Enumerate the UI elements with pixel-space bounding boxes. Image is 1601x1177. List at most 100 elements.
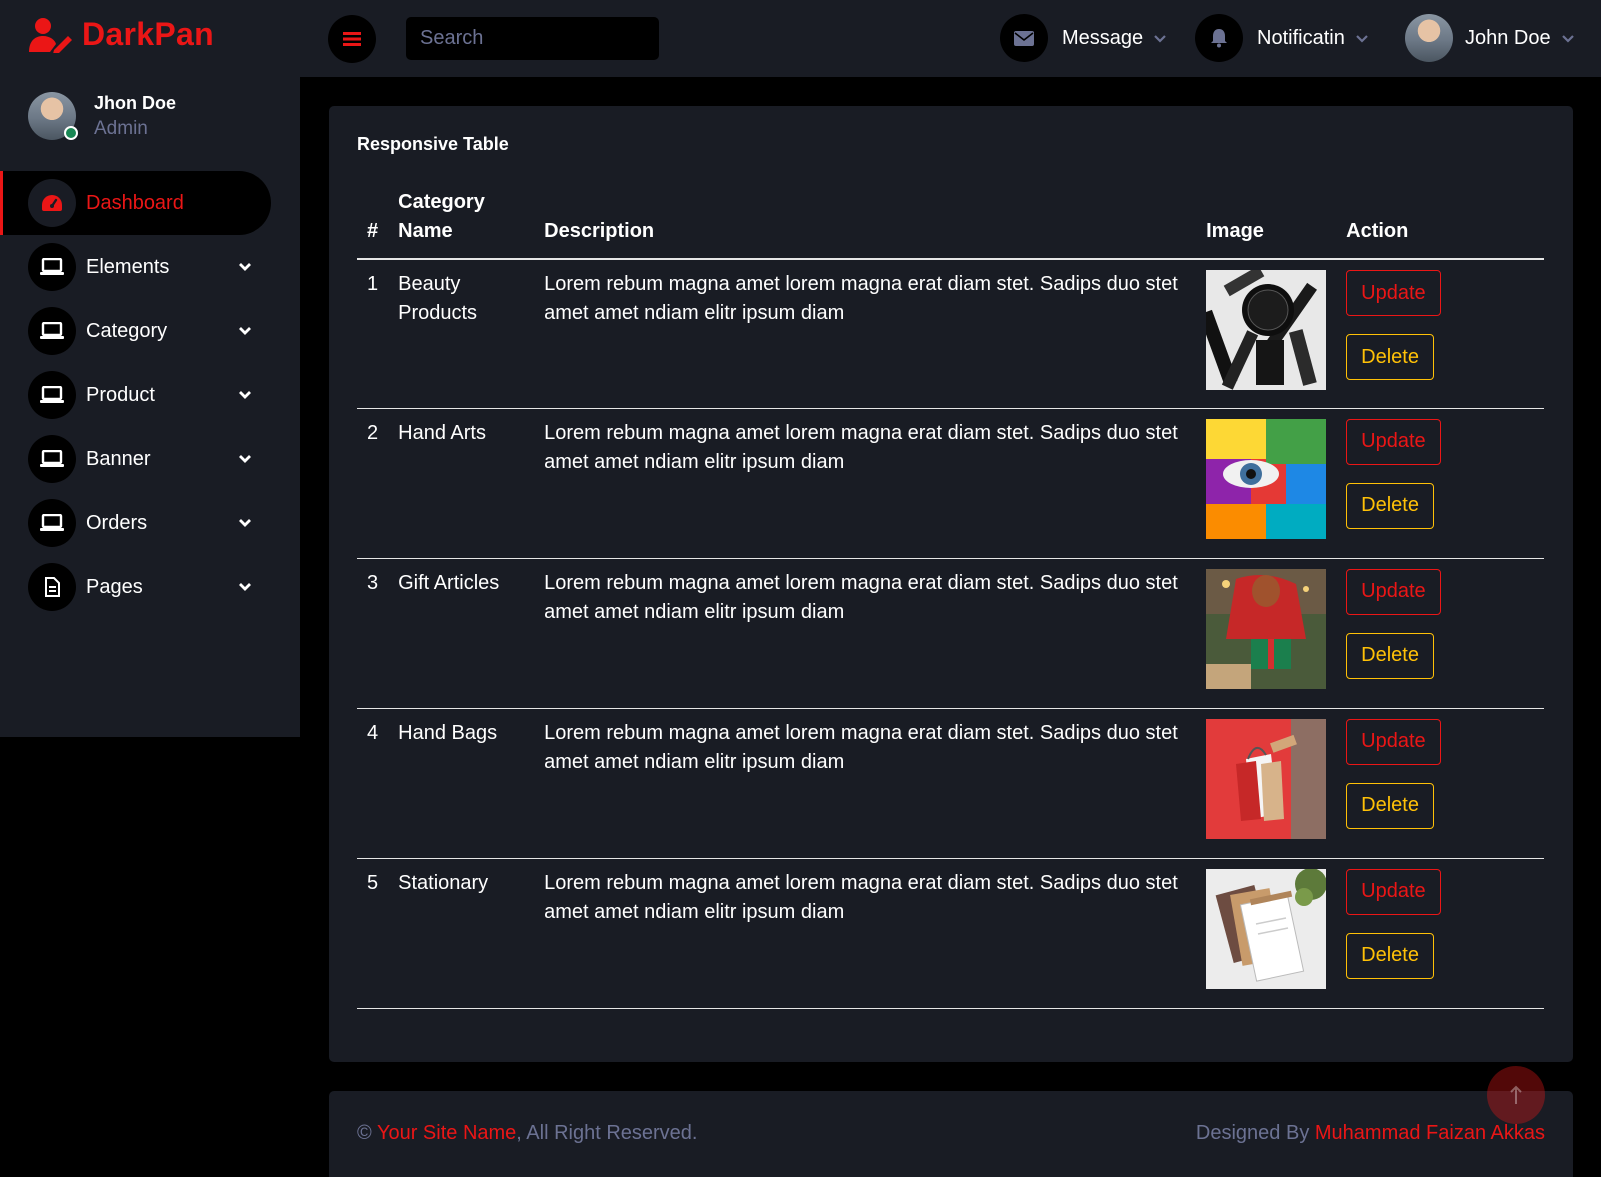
- chevron-down-icon: [239, 583, 251, 591]
- column-header-category-line2: Name: [398, 220, 453, 242]
- sidebar-item-orders[interactable]: Orders: [0, 491, 300, 555]
- sidebar-item-label: Orders: [86, 511, 148, 534]
- notification-label: Notificatin: [1257, 26, 1345, 49]
- table-row: 3 Gift Articles Lorem rebum magna amet l…: [357, 558, 1544, 709]
- column-header-number: #: [357, 188, 389, 260]
- sidebar-item-label: Product: [86, 383, 155, 406]
- row-description: Lorem rebum magna amet lorem magna erat …: [534, 558, 1197, 709]
- chevron-down-icon: [1561, 34, 1574, 43]
- envelope-icon: [1000, 14, 1048, 62]
- tachometer-icon: [28, 179, 76, 227]
- row-category: Hand Bags: [388, 708, 535, 859]
- notification-dropdown[interactable]: Notificatin: [1195, 14, 1369, 62]
- row-category: Stationary: [388, 858, 535, 1009]
- chevron-down-icon: [1154, 34, 1166, 43]
- row-category: Beauty Products: [388, 259, 535, 409]
- table-row: 1 Beauty Products Lorem rebum magna amet…: [357, 259, 1544, 409]
- sidebar-item-pages[interactable]: Pages: [0, 555, 300, 619]
- sidebar-item-elements[interactable]: Elements: [0, 235, 300, 299]
- row-image-cell: [1196, 408, 1337, 559]
- table-row: 2 Hand Arts Lorem rebum magna amet lorem…: [357, 408, 1544, 559]
- row-action-cell: Update Delete: [1336, 259, 1544, 409]
- row-description: Lorem rebum magna amet lorem magna erat …: [534, 408, 1197, 559]
- sidebar-item-label: Category: [86, 319, 168, 342]
- message-dropdown[interactable]: Message: [1000, 14, 1167, 62]
- sidebar-user-name: Jhon Doe: [94, 92, 177, 113]
- arrow-up-icon: [1510, 1085, 1522, 1104]
- update-button[interactable]: Update: [1346, 718, 1441, 765]
- row-number: 1: [357, 259, 389, 409]
- sidebar-item-banner[interactable]: Banner: [0, 427, 300, 491]
- column-header-action: Action: [1336, 188, 1544, 260]
- column-header-image: Image: [1196, 188, 1337, 260]
- update-button[interactable]: Update: [1346, 418, 1441, 465]
- site-name-link[interactable]: Your Site Name: [377, 1122, 516, 1144]
- row-action-cell: Update Delete: [1336, 408, 1544, 559]
- laptop-icon: [28, 435, 76, 483]
- sidebar-item-category[interactable]: Category: [0, 299, 300, 363]
- sidebar-item-label: Pages: [86, 575, 143, 598]
- update-button[interactable]: Update: [1346, 568, 1441, 615]
- user-dropdown[interactable]: John Doe: [1405, 14, 1575, 62]
- delete-button[interactable]: Delete: [1346, 782, 1434, 829]
- table-header-row: # Category Name Description Image Action: [357, 188, 1544, 260]
- card-title: Responsive Table: [357, 134, 509, 154]
- delete-button[interactable]: Delete: [1346, 932, 1434, 979]
- category-table: # Category Name Description Image Action…: [357, 188, 1544, 1009]
- update-button[interactable]: Update: [1346, 868, 1441, 915]
- copyright-symbol: ©: [357, 1122, 372, 1144]
- back-to-top-button[interactable]: [1487, 1066, 1545, 1124]
- row-description: Lorem rebum magna amet lorem magna erat …: [534, 708, 1197, 859]
- delete-button[interactable]: Delete: [1346, 632, 1434, 679]
- column-header-description: Description: [534, 188, 1197, 260]
- chevron-down-icon: [239, 455, 251, 463]
- update-button[interactable]: Update: [1346, 270, 1441, 316]
- brand-name: DarkPan: [82, 16, 214, 52]
- sidebar-item-label: Dashboard: [86, 191, 184, 214]
- sidebar-item-product[interactable]: Product: [0, 363, 300, 427]
- row-number: 2: [357, 408, 389, 559]
- row-image-cell: [1196, 708, 1337, 859]
- sidebar-item-dashboard[interactable]: Dashboard: [0, 171, 271, 235]
- avatar: [1405, 14, 1453, 62]
- sidebar-user: Jhon Doe Admin: [28, 92, 176, 140]
- laptop-icon: [28, 499, 76, 547]
- column-header-category-line1: Category: [398, 191, 485, 213]
- designer-link[interactable]: Muhammad Faizan Akkas: [1315, 1122, 1545, 1144]
- sidebar: DarkPan Jhon Doe Admin Dashboard Element…: [0, 0, 300, 737]
- chevron-down-icon: [1356, 34, 1368, 43]
- row-number: 5: [357, 858, 389, 1009]
- delete-button[interactable]: Delete: [1346, 334, 1434, 380]
- painted-face-image: [1206, 418, 1327, 539]
- row-category: Gift Articles: [388, 558, 535, 709]
- row-action-cell: Update Delete: [1336, 708, 1544, 859]
- sidebar-user-role: Admin: [94, 117, 148, 139]
- topbar-user-name: John Doe: [1465, 26, 1551, 49]
- laptop-icon: [28, 307, 76, 355]
- sidebar-toggle-button[interactable]: [328, 15, 376, 63]
- table-row: 4 Hand Bags Lorem rebum magna amet lorem…: [357, 708, 1544, 859]
- column-header-category: Category Name: [388, 188, 535, 260]
- chevron-down-icon: [239, 519, 251, 527]
- avatar: [28, 92, 78, 140]
- footer: © Your Site Name, All Right Reserved. De…: [329, 1091, 1573, 1177]
- delete-button[interactable]: Delete: [1346, 482, 1434, 529]
- file-icon: [28, 563, 76, 611]
- brand-logo[interactable]: DarkPan: [28, 16, 214, 53]
- row-action-cell: Update Delete: [1336, 858, 1544, 1009]
- footer-credits: Designed By Muhammad Faizan Akkas: [1196, 1122, 1545, 1145]
- rights-text: , All Right Reserved.: [516, 1122, 698, 1144]
- chevron-down-icon: [239, 327, 251, 335]
- search-input[interactable]: [406, 17, 659, 60]
- message-label: Message: [1062, 26, 1144, 49]
- table-card: Responsive Table # Category Name Descrip…: [329, 106, 1573, 1062]
- row-category: Hand Arts: [388, 408, 535, 559]
- cosmetics-image: [1206, 270, 1327, 390]
- online-status-dot: [64, 126, 78, 140]
- shopping-bags-image: [1206, 718, 1327, 839]
- chevron-down-icon: [239, 263, 251, 271]
- row-number: 4: [357, 708, 389, 859]
- row-description: Lorem rebum magna amet lorem magna erat …: [534, 858, 1197, 1009]
- laptop-icon: [28, 371, 76, 419]
- sidebar-item-label: Elements: [86, 255, 170, 278]
